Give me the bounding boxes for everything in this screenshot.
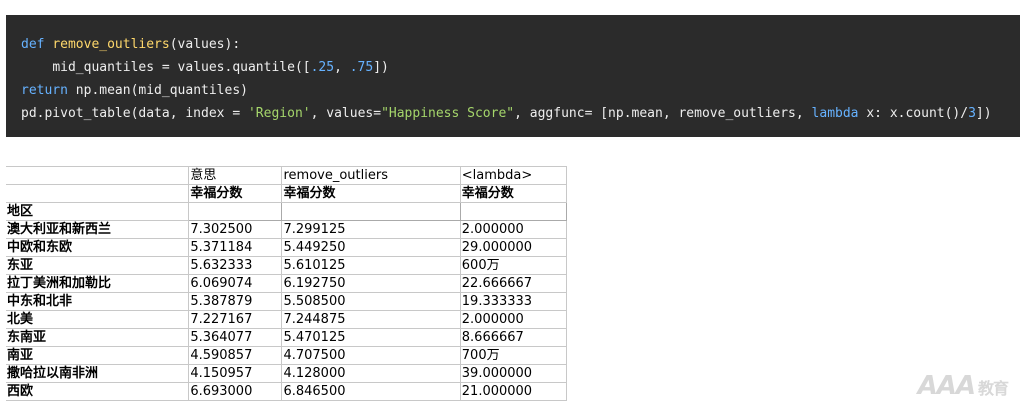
- header-cell: <lambda>: [460, 166, 568, 185]
- value-cell: 5.364077: [188, 328, 283, 347]
- subheader-cell: 幸福分数: [188, 184, 283, 203]
- value-cell: 6.069074: [188, 274, 283, 293]
- value-cell: 8.666667: [460, 328, 568, 347]
- value-cell: 7.299125: [281, 220, 461, 239]
- string: 'Region': [247, 106, 311, 121]
- table-row: 澳大利亚和新西兰 7.302500 7.299125 2.000000: [6, 220, 568, 239]
- number: 3: [968, 106, 976, 121]
- row-label-cell: 中欧和东欧: [6, 238, 190, 257]
- watermark-logo: AAA 教育: [917, 371, 1009, 401]
- subheader-row: 幸福分数 幸福分数 幸福分数: [6, 184, 568, 203]
- code-text: mid_quantiles = values.quantile([: [52, 60, 311, 75]
- row-label-cell: 东南亚: [6, 328, 190, 347]
- subheader-cell: [6, 184, 190, 203]
- function-name: remove_outliers: [52, 37, 170, 52]
- value-cell: 2.000000: [460, 310, 568, 329]
- string: "Happiness Score": [381, 106, 515, 121]
- value-cell: 6.693000: [188, 382, 283, 401]
- value-cell: 21.000000: [460, 382, 568, 401]
- header-cell: [6, 166, 190, 185]
- value-cell: 5.387879: [188, 292, 283, 311]
- index-name-cell: 地区: [6, 202, 190, 221]
- code-text: (values):: [169, 37, 241, 52]
- value-cell: 2.000000: [460, 220, 568, 239]
- value-cell: 4.707500: [281, 346, 461, 365]
- subheader-cell: 幸福分数: [460, 184, 568, 203]
- row-label-cell: 北美: [6, 310, 190, 329]
- row-label-cell: 西欧: [6, 382, 190, 401]
- value-cell: 4.128000: [281, 364, 461, 383]
- row-label-cell: 南亚: [6, 346, 190, 365]
- value-cell: 7.302500: [188, 220, 283, 239]
- code-text: x: x.count()/: [858, 106, 969, 121]
- code-text: ]): [373, 60, 389, 75]
- table-row: 北美 7.227167 7.244875 2.000000: [6, 310, 568, 329]
- value-cell: 4.150957: [188, 364, 283, 383]
- value-cell: 39.000000: [460, 364, 568, 383]
- row-label-cell: 拉丁美洲和加勒比: [6, 274, 190, 293]
- number: .75: [349, 60, 374, 75]
- value-cell: 700万: [460, 346, 568, 365]
- table-row: 中欧和东欧 5.371184 5.449250 29.000000: [6, 238, 568, 257]
- row-label-cell: 撒哈拉以南非洲: [6, 364, 190, 383]
- value-cell: 7.227167: [188, 310, 283, 329]
- code-block: def remove_outliers(values): mid_quantil…: [6, 15, 1020, 137]
- table-row: 中东和北非 5.387879 5.508500 19.333333: [6, 292, 568, 311]
- value-cell: 7.244875: [281, 310, 461, 329]
- value-cell: 5.508500: [281, 292, 461, 311]
- value-cell: 600万: [460, 256, 568, 275]
- subheader-cell: 幸福分数: [281, 184, 461, 203]
- keyword: return: [21, 83, 68, 98]
- watermark-subtext: 教育: [977, 379, 1009, 398]
- blank-cell: [281, 202, 461, 221]
- table-row: 撒哈拉以南非洲 4.150957 4.128000 39.000000: [6, 364, 568, 383]
- value-cell: 5.610125: [281, 256, 461, 275]
- value-cell: 6.846500: [281, 382, 461, 401]
- code-text: ,: [334, 60, 350, 75]
- blank-cell: [459, 202, 568, 221]
- value-cell: 4.590857: [188, 346, 283, 365]
- value-cell: 5.449250: [281, 238, 461, 257]
- code-line: def remove_outliers(values):: [21, 33, 1020, 56]
- header-cell: remove_outliers: [281, 166, 461, 185]
- keyword: def: [21, 37, 45, 52]
- code-text: np.mean(mid_quantiles): [67, 83, 248, 98]
- blank-cell: [188, 202, 283, 221]
- value-cell: 19.333333: [460, 292, 568, 311]
- code-text: ]): [975, 106, 992, 121]
- header-cell: 意思: [188, 166, 283, 185]
- value-cell: 6.192750: [281, 274, 461, 293]
- index-name-row: 地区: [6, 202, 568, 221]
- row-label-cell: 东亚: [6, 256, 190, 275]
- row-label-cell: 澳大利亚和新西兰: [6, 220, 190, 239]
- keyword: lambda: [811, 106, 859, 121]
- code-line: pd.pivot_table(data, index = 'Region', v…: [21, 102, 1020, 125]
- value-cell: 5.632333: [188, 256, 283, 275]
- number: .25: [310, 60, 335, 75]
- table-row: 南亚 4.590857 4.707500 700万: [6, 346, 568, 365]
- value-cell: 22.666667: [460, 274, 568, 293]
- code-line: mid_quantiles = values.quantile([.25, .7…: [21, 56, 1020, 79]
- table-row: 东南亚 5.364077 5.470125 8.666667: [6, 328, 568, 347]
- code-text: pd.pivot_table(data, index =: [21, 106, 248, 121]
- pivot-table: 意思 remove_outliers <lambda> 幸福分数 幸福分数 幸福…: [6, 166, 568, 401]
- row-label-cell: 中东和北非: [6, 292, 190, 311]
- value-cell: 5.470125: [281, 328, 461, 347]
- table-row: 拉丁美洲和加勒比 6.069074 6.192750 22.666667: [6, 274, 568, 293]
- code-text: , aggfunc= [np.mean, remove_outliers,: [514, 106, 812, 121]
- watermark-text: AAA: [917, 371, 976, 401]
- value-cell: 5.371184: [188, 238, 283, 257]
- value-cell: 29.000000: [460, 238, 568, 257]
- table-row: 西欧 6.693000 6.846500 21.000000: [6, 382, 568, 401]
- column-header-row: 意思 remove_outliers <lambda>: [6, 166, 568, 185]
- table-row: 东亚 5.632333 5.610125 600万: [6, 256, 568, 275]
- code-text: , values=: [310, 106, 382, 121]
- code-line: return np.mean(mid_quantiles): [21, 79, 1020, 102]
